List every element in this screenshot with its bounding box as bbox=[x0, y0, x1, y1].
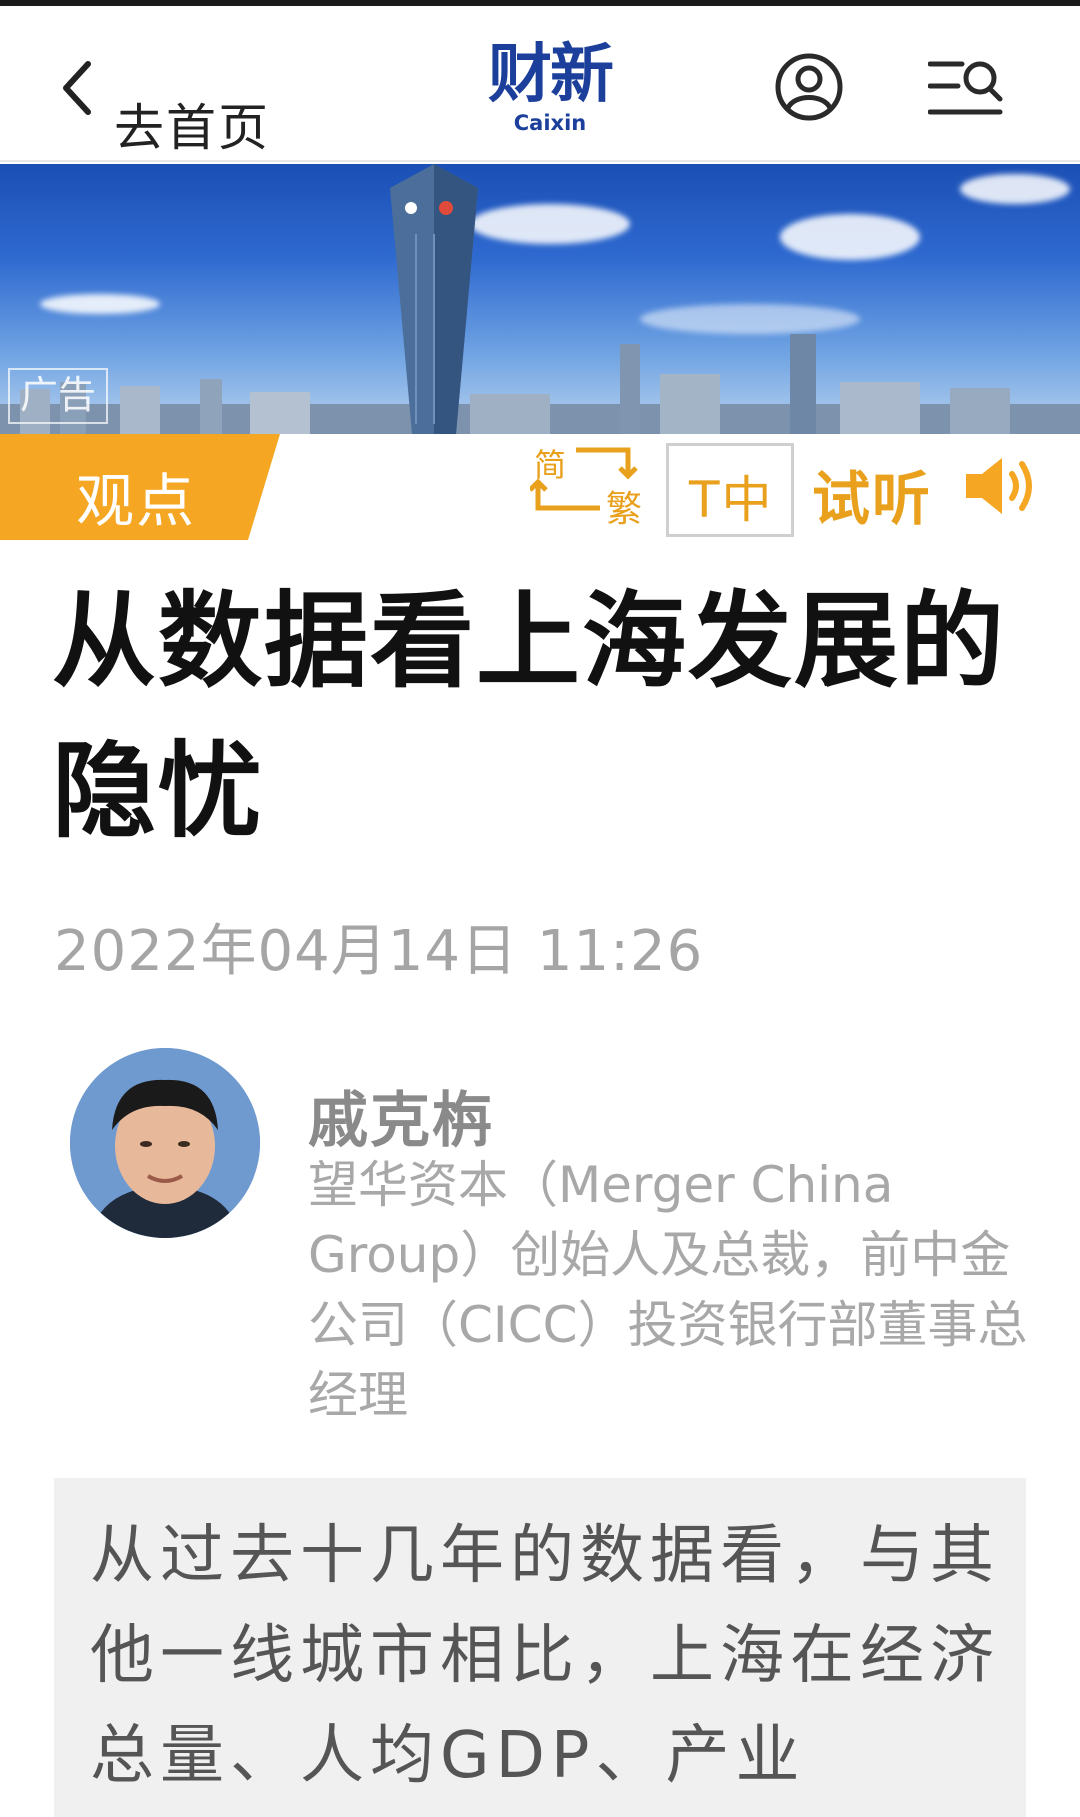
cloud-shape bbox=[40, 294, 160, 314]
banner-ad[interactable]: 广告 bbox=[0, 164, 1080, 434]
cloud-shape bbox=[780, 214, 920, 260]
author-name[interactable]: 戚克栴 bbox=[308, 1072, 494, 1159]
menu-search-icon[interactable] bbox=[928, 58, 1004, 120]
article-summary-text: 从过去十几年的数据看，与其他一线城市相比，上海在经济总量、人均GDP、产业 bbox=[90, 1519, 1000, 1793]
ad-badge: 广告 bbox=[8, 368, 108, 424]
logo-english-text: Caixin bbox=[513, 111, 587, 135]
font-size-button[interactable]: T中 bbox=[666, 443, 794, 537]
tower-building-image bbox=[390, 164, 478, 434]
logo-chinese-text: 财新 bbox=[488, 37, 614, 112]
chevron-left-icon bbox=[63, 61, 91, 115]
cloud-shape bbox=[640, 304, 860, 334]
font-size-label: T中 bbox=[689, 471, 774, 529]
cloud-shape bbox=[960, 174, 1070, 204]
author-avatar[interactable] bbox=[70, 1048, 260, 1238]
article-title: 从数据看上海发展的隐忧 bbox=[52, 580, 1007, 852]
simplified-label: 简 bbox=[534, 446, 567, 484]
simplified-traditional-toggle[interactable]: 简 繁 bbox=[530, 440, 646, 530]
article-summary-box: 从过去十几年的数据看，与其他一线城市相比，上海在经济总量、人均GDP、产业 bbox=[54, 1478, 1026, 1817]
author-portrait-image bbox=[70, 1048, 260, 1238]
city-skyline-image bbox=[0, 334, 1080, 434]
category-label: 观点 bbox=[76, 467, 197, 535]
back-to-home-button[interactable]: 去首页 bbox=[58, 58, 298, 158]
top-navigation-bar: 去首页 财新 Caixin bbox=[0, 6, 1080, 162]
back-label: 去首页 bbox=[114, 99, 270, 157]
listen-button[interactable]: 试听 bbox=[812, 448, 1042, 533]
user-icon[interactable] bbox=[774, 52, 844, 122]
caixin-logo[interactable]: 财新 Caixin bbox=[460, 40, 640, 140]
author-bio: 望华资本（Merger China Group）创始人及总裁，前中金公司（CIC… bbox=[308, 1156, 1028, 1424]
cloud-shape bbox=[470, 204, 630, 244]
traditional-label: 繁 bbox=[606, 489, 643, 530]
category-tag[interactable]: 观点 bbox=[0, 434, 280, 540]
speaker-icon bbox=[966, 458, 1032, 514]
publish-date: 2022年04月14日 11:26 bbox=[54, 919, 704, 984]
listen-label: 试听 bbox=[812, 465, 933, 533]
